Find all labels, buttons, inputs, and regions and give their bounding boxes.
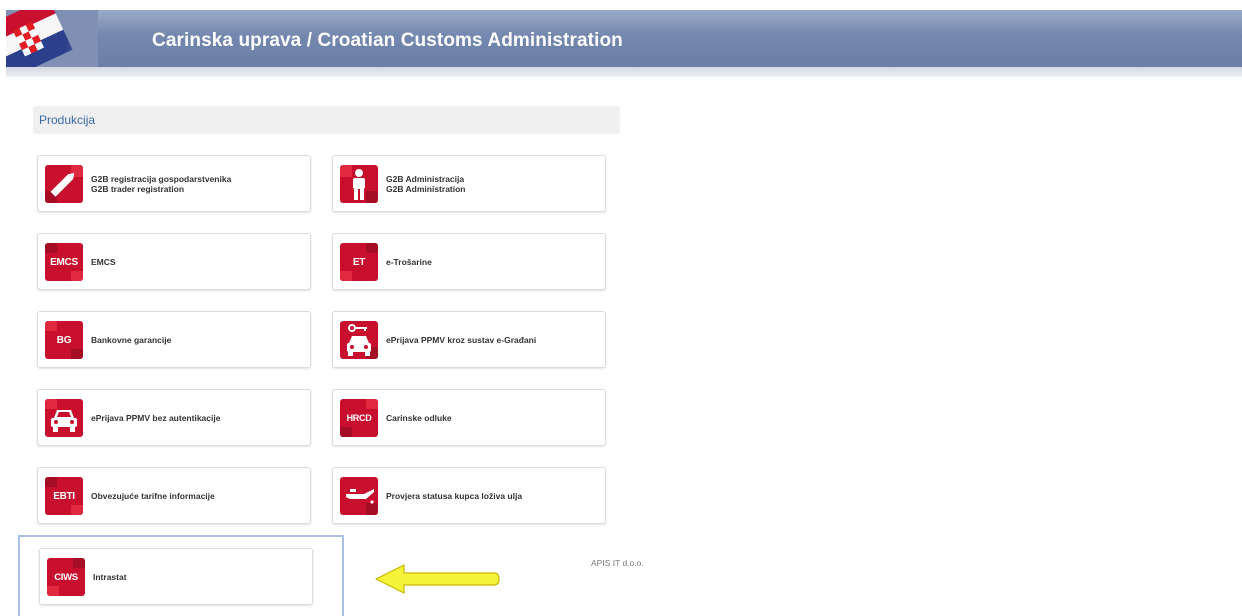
icon-badge-text: ET bbox=[352, 256, 366, 268]
icon-badge-text: BG bbox=[56, 334, 72, 346]
tile-label: Provjera statusa kupca loživa ulja bbox=[386, 491, 523, 501]
icon-badge-text: EMCS bbox=[50, 256, 78, 268]
tile-label: ePrijava PPMV bez autentikacije bbox=[91, 413, 221, 423]
tile-label-line2: G2B trader registration bbox=[91, 184, 185, 194]
yellow-arrow-icon bbox=[372, 562, 502, 601]
header-divider bbox=[6, 67, 1242, 77]
tile-label: ePrijava PPMV kroz sustav e-Građani bbox=[386, 335, 537, 345]
tile-label: EMCS bbox=[91, 257, 116, 267]
pencil-icon bbox=[45, 165, 83, 203]
car-icon bbox=[45, 399, 83, 437]
tile-label: G2B Administracija G2B Administration bbox=[386, 174, 466, 194]
et-icon: ET bbox=[340, 243, 378, 281]
section-header: Produkcija bbox=[33, 106, 620, 134]
car-key-icon bbox=[340, 321, 378, 359]
tile-label: Carinske odluke bbox=[386, 413, 452, 423]
tile-e-trosarine[interactable]: ET e-Trošarine bbox=[332, 233, 606, 290]
icon-badge-text: CIWS bbox=[54, 571, 78, 583]
tile-emcs[interactable]: EMCS EMCS bbox=[37, 233, 311, 290]
header-banner: Carinska uprava / Croatian Customs Admin… bbox=[6, 10, 1242, 67]
tile-label: Bankovne garancije bbox=[91, 335, 172, 345]
icon-badge-text: HRCD bbox=[346, 413, 372, 423]
tile-label: e-Trošarine bbox=[386, 257, 432, 267]
tile-label: G2B registracija gospodarstvenika G2B tr… bbox=[91, 174, 231, 194]
header-title: Carinska uprava / Croatian Customs Admin… bbox=[152, 30, 623, 51]
tile-label: Intrastat bbox=[93, 572, 127, 582]
bg-icon: BG bbox=[45, 321, 83, 359]
hrcd-icon: HRCD bbox=[340, 399, 378, 437]
icon-badge-text: EBTI bbox=[53, 490, 75, 502]
footer-company: APIS IT d.o.o. bbox=[591, 558, 644, 568]
tile-provjera-statusa-kupca[interactable]: Provjera statusa kupca loživa ulja bbox=[332, 467, 606, 524]
tile-label-line2: G2B Administration bbox=[386, 184, 466, 194]
tile-label: Obvezujuće tarifne informacije bbox=[91, 491, 215, 501]
tile-eprijava-ppmv-e-gradani[interactable]: ePrijava PPMV kroz sustav e-Građani bbox=[332, 311, 606, 368]
tile-obvezujuce-tarifne-informacije[interactable]: EBTI Obvezujuće tarifne informacije bbox=[37, 467, 311, 524]
tile-g2b-trader-registration[interactable]: G2B registracija gospodarstvenika G2B tr… bbox=[37, 155, 311, 212]
tile-eprijava-ppmv-bez-autentikacije[interactable]: ePrijava PPMV bez autentikacije bbox=[37, 389, 311, 446]
ciws-icon: CIWS bbox=[47, 558, 85, 596]
person-icon bbox=[340, 165, 378, 203]
tile-label-line1: G2B registracija gospodarstvenika bbox=[91, 174, 232, 184]
emcs-icon: EMCS bbox=[45, 243, 83, 281]
tile-intrastat[interactable]: CIWS Intrastat bbox=[39, 548, 313, 605]
tile-g2b-administration[interactable]: G2B Administracija G2B Administration bbox=[332, 155, 606, 212]
oil-can-icon bbox=[340, 477, 378, 515]
ebti-icon: EBTI bbox=[45, 477, 83, 515]
tile-bankovne-garancije[interactable]: BG Bankovne garancije bbox=[37, 311, 311, 368]
section-title: Produkcija bbox=[39, 113, 96, 127]
tile-carinske-odluke[interactable]: HRCD Carinske odluke bbox=[332, 389, 606, 446]
tile-label-line1: G2B Administracija bbox=[386, 174, 465, 184]
croatian-flag-logo bbox=[6, 10, 98, 67]
